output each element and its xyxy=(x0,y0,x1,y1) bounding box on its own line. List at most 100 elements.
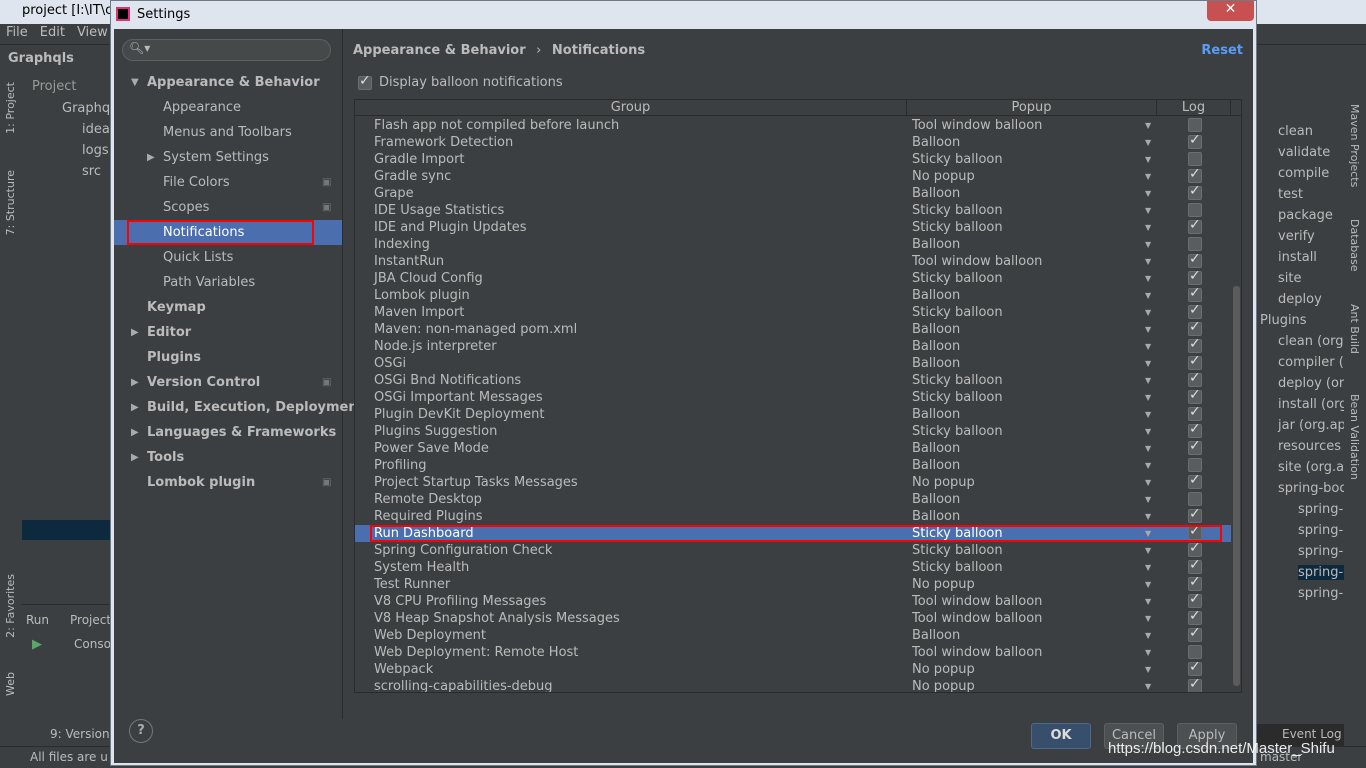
popup-select[interactable]: Balloon xyxy=(912,406,960,423)
tab-database[interactable]: Database xyxy=(1348,219,1361,272)
log-checkbox[interactable] xyxy=(1188,574,1202,591)
popup-select[interactable]: Sticky balloon xyxy=(912,389,1003,406)
chevron-down-icon[interactable]: ▼ xyxy=(1145,389,1151,406)
maven-goal[interactable]: clean xyxy=(1278,124,1313,139)
table-row[interactable]: Maven: non-managed pom.xml Balloon ▼ xyxy=(355,319,1231,338)
sidebar-item-keymap[interactable]: Keymap xyxy=(147,295,206,320)
chevron-down-icon[interactable]: ▼ xyxy=(1145,304,1151,321)
chevron-down-icon[interactable]: ▼ xyxy=(1145,253,1151,270)
log-checkbox[interactable] xyxy=(1188,506,1202,523)
popup-select[interactable]: Sticky balloon xyxy=(912,304,1003,321)
log-checkbox[interactable] xyxy=(1188,183,1202,200)
chevron-down-icon[interactable]: ▼ xyxy=(1145,219,1151,236)
close-button[interactable]: ✕ xyxy=(1207,1,1254,21)
log-checkbox[interactable] xyxy=(1188,268,1202,285)
popup-select[interactable]: No popup xyxy=(912,474,975,491)
table-row[interactable]: Gradle sync No popup ▼ xyxy=(355,166,1231,185)
chevron-down-icon[interactable]: ▼ xyxy=(1145,355,1151,372)
tab-bean-validation[interactable]: Bean Validation xyxy=(1348,394,1361,480)
table-row[interactable]: IDE and Plugin Updates Sticky balloon ▼ xyxy=(355,217,1231,236)
chevron-right-icon[interactable]: ▶ xyxy=(131,445,139,470)
scrollbar-thumb[interactable] xyxy=(1233,286,1240,686)
maven-plugin[interactable]: site (org.ap xyxy=(1278,460,1352,475)
tab-ant-build[interactable]: Ant Build xyxy=(1348,304,1361,354)
popup-select[interactable]: Sticky balloon xyxy=(912,542,1003,559)
tree-item[interactable]: idea xyxy=(82,122,110,137)
maven-plugin[interactable]: deploy (org xyxy=(1278,376,1352,391)
chevron-down-icon[interactable]: ▼ xyxy=(1145,134,1151,151)
table-row[interactable]: Spring Configuration Check Sticky balloon… xyxy=(355,540,1231,559)
chevron-down-icon[interactable]: ▼ xyxy=(1145,236,1151,253)
table-row[interactable]: Profiling Balloon ▼ xyxy=(355,457,1231,474)
chevron-down-icon[interactable]: ▼ xyxy=(1145,508,1151,525)
log-checkbox[interactable] xyxy=(1188,251,1202,268)
table-row[interactable]: Web Deployment Balloon ▼ xyxy=(355,625,1231,644)
event-log-tab[interactable]: Event Log xyxy=(1282,727,1342,741)
menu-file[interactable]: File xyxy=(6,24,28,40)
chevron-down-icon[interactable]: ▼ xyxy=(1145,270,1151,287)
popup-select[interactable]: No popup xyxy=(912,661,975,678)
table-row[interactable]: Gradle Import Sticky balloon ▼ xyxy=(355,151,1231,168)
chevron-down-icon[interactable]: ▼ xyxy=(1145,627,1151,644)
column-log[interactable]: Log xyxy=(1157,100,1231,115)
table-row[interactable]: Plugin DevKit Deployment Balloon ▼ xyxy=(355,404,1231,423)
popup-select[interactable]: Balloon xyxy=(912,185,960,202)
search-input[interactable]: 🔍︎▾ xyxy=(122,39,331,61)
sidebar-item-languages-frameworks[interactable]: ▶ Languages & Frameworks xyxy=(131,420,336,445)
table-row[interactable]: Indexing Balloon ▼ xyxy=(355,236,1231,253)
run-tab[interactable]: Project xyxy=(70,613,111,627)
log-checkbox[interactable] xyxy=(1188,353,1202,370)
maven-plugin[interactable]: jar (org.apa xyxy=(1278,418,1354,433)
chevron-down-icon[interactable]: ▼ xyxy=(1145,593,1151,610)
chevron-right-icon[interactable]: ▶ xyxy=(131,420,139,445)
table-row[interactable]: Framework Detection Balloon ▼ xyxy=(355,132,1231,151)
chevron-down-icon[interactable]: ▼ xyxy=(1145,661,1151,678)
run-icon[interactable]: ▶ xyxy=(32,637,42,652)
chevron-down-icon[interactable]: ▼ xyxy=(1145,287,1151,304)
chevron-down-icon[interactable]: ▼ xyxy=(1145,321,1151,338)
popup-select[interactable]: Balloon xyxy=(912,508,960,525)
checkbox[interactable] xyxy=(358,73,372,90)
column-group[interactable]: Group xyxy=(355,100,907,115)
sidebar-item-appearance-behavior[interactable]: ▼ Appearance & Behavior xyxy=(131,70,320,95)
sidebar-item-build-execution-deployment[interactable]: ▶ Build, Execution, Deployment xyxy=(131,395,364,420)
log-checkbox[interactable] xyxy=(1188,458,1202,472)
table-row[interactable]: OSGi Balloon ▼ xyxy=(355,353,1231,372)
chevron-down-icon[interactable]: ▼ xyxy=(1145,151,1151,168)
log-checkbox[interactable] xyxy=(1188,676,1202,692)
log-checkbox[interactable] xyxy=(1188,152,1202,166)
scrollbar[interactable] xyxy=(1231,116,1241,692)
table-row[interactable]: Test Runner No popup ▼ xyxy=(355,574,1231,593)
maven-goal[interactable]: validate xyxy=(1278,145,1330,160)
chevron-down-icon[interactable]: ▼ xyxy=(1145,117,1151,134)
log-checkbox[interactable] xyxy=(1188,557,1202,574)
log-checkbox[interactable] xyxy=(1188,203,1202,217)
log-checkbox[interactable] xyxy=(1188,166,1202,183)
popup-select[interactable]: Tool window balloon xyxy=(912,253,1042,270)
log-checkbox[interactable] xyxy=(1188,438,1202,455)
console-tab[interactable]: Conso xyxy=(74,637,111,651)
chevron-right-icon[interactable]: ▶ xyxy=(131,395,139,420)
chevron-down-icon[interactable]: ▼ xyxy=(1145,457,1151,474)
chevron-down-icon[interactable]: ▼ xyxy=(1145,678,1151,692)
sidebar-item-editor[interactable]: ▶ Editor xyxy=(131,320,191,345)
maven-goal[interactable]: verify xyxy=(1278,229,1315,244)
maven-goal[interactable]: install xyxy=(1278,250,1317,265)
table-row[interactable]: Lombok plugin Balloon ▼ xyxy=(355,285,1231,304)
chevron-down-icon[interactable]: ▼ xyxy=(1145,202,1151,219)
chevron-right-icon[interactable]: ▶ xyxy=(131,370,139,395)
sidebar-item-system-settings[interactable]: ▶ System Settings xyxy=(147,145,269,170)
chevron-right-icon[interactable]: ▶ xyxy=(147,145,155,170)
display-balloon-checkbox[interactable]: Display balloon notifications xyxy=(358,73,563,90)
log-checkbox[interactable] xyxy=(1188,370,1202,387)
popup-select[interactable]: Balloon xyxy=(912,338,960,355)
popup-select[interactable]: Balloon xyxy=(912,236,960,253)
chevron-down-icon[interactable]: ▼ xyxy=(1145,338,1151,355)
chevron-down-icon[interactable]: ▼ xyxy=(1145,372,1151,389)
popup-select[interactable]: No popup xyxy=(912,678,975,692)
reset-link[interactable]: Reset xyxy=(1201,43,1243,58)
tab-project[interactable]: 1: Project xyxy=(4,82,17,134)
log-checkbox[interactable] xyxy=(1188,404,1202,421)
popup-select[interactable]: Tool window balloon xyxy=(912,644,1042,661)
sidebar-item-path-variables[interactable]: Path Variables xyxy=(163,270,255,295)
